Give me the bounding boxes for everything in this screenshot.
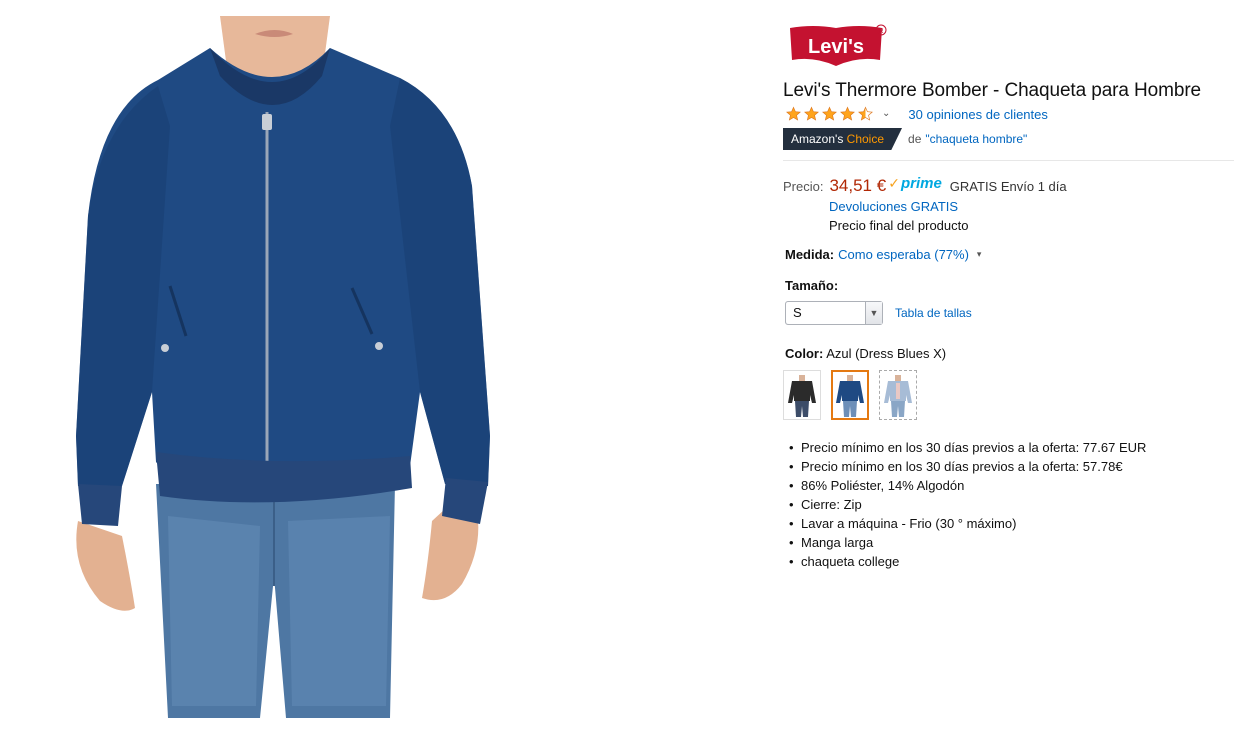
chevron-down-icon[interactable]: ▾ xyxy=(977,249,982,260)
badge-for-label: de xyxy=(908,132,922,146)
amazons-choice-row: Amazon's Choice de "chaqueta hombre" xyxy=(783,128,1027,150)
shipping-info: GRATIS Envío 1 día xyxy=(949,178,1067,194)
size-chart-link[interactable]: Tabla de tallas xyxy=(895,306,972,320)
feature-bullet: Lavar a máquina - Frio (30 ° máximo) xyxy=(789,514,1146,533)
swatch-light-blue[interactable] xyxy=(879,370,917,420)
product-title: Levi's Thermore Bomber - Chaqueta para H… xyxy=(783,80,1202,101)
star-icon xyxy=(804,106,819,121)
color-swatches xyxy=(783,370,917,420)
color-selected-value: Azul (Dress Blues X) xyxy=(826,346,947,361)
size-row: S ▼ Tabla de tallas xyxy=(785,301,972,325)
reviews-link[interactable]: 30 opiniones de clientes xyxy=(908,107,1048,122)
badge-prefix: Amazon's xyxy=(791,132,844,146)
brand-logo[interactable]: Levi's R xyxy=(788,24,888,68)
half-star-icon xyxy=(858,106,873,121)
divider xyxy=(783,160,1234,161)
size-selected-value: S xyxy=(786,302,865,324)
chevron-down-icon[interactable]: ⌄ xyxy=(882,108,890,119)
price-value: 34,51 € xyxy=(829,176,887,195)
svg-text:R: R xyxy=(878,28,883,35)
swatch-black[interactable] xyxy=(783,370,821,420)
star-icon xyxy=(822,106,837,121)
star-icon xyxy=(840,106,855,121)
price-row: Precio: 34,51 € ✓ prime GRATIS Envío 1 d… xyxy=(783,175,1067,196)
product-image[interactable] xyxy=(60,16,500,718)
brand-logo-text: Levi's xyxy=(808,36,864,58)
fit-row: Medida: Como esperaba (77%) ▾ xyxy=(785,247,981,262)
fit-label: Medida: xyxy=(785,247,835,262)
badge-highlight: Choice xyxy=(846,132,885,146)
size-label: Tamaño: xyxy=(785,278,839,293)
swatch-navy[interactable] xyxy=(831,370,869,420)
free-returns-link[interactable]: Devoluciones GRATIS xyxy=(829,199,958,214)
feature-bullet: Cierre: Zip xyxy=(789,495,1146,514)
color-label: Color: xyxy=(785,346,824,361)
chevron-down-icon: ▼ xyxy=(865,302,882,324)
feature-bullet: 86% Poliéster, 14% Algodón xyxy=(789,476,1146,495)
feature-bullet: Manga larga xyxy=(789,533,1146,552)
fit-value-link[interactable]: Como esperaba (77%) xyxy=(838,247,969,262)
badge-keyword-link[interactable]: "chaqueta hombre" xyxy=(925,132,1027,146)
rating-row: ⌄ 30 opiniones de clientes xyxy=(783,105,1048,123)
feature-bullet: Precio mínimo en los 30 días previos a l… xyxy=(789,457,1146,476)
feature-bullet: Precio mínimo en los 30 días previos a l… xyxy=(789,438,1146,457)
final-price-note: Precio final del producto xyxy=(829,218,969,233)
prime-check-icon: ✓ xyxy=(888,174,900,191)
feature-bullets: Precio mínimo en los 30 días previos a l… xyxy=(789,438,1146,571)
color-row: Color: Azul (Dress Blues X) xyxy=(785,346,946,361)
star-icon xyxy=(786,106,801,121)
amazons-choice-badge[interactable]: Amazon's Choice xyxy=(783,128,903,150)
feature-bullet: chaqueta college xyxy=(789,552,1146,571)
prime-word: prime xyxy=(900,174,942,192)
star-rating[interactable] xyxy=(785,106,874,122)
prime-logo[interactable]: ✓ prime xyxy=(888,175,942,192)
size-select[interactable]: S ▼ xyxy=(785,301,883,325)
price-label: Precio: xyxy=(783,178,824,194)
